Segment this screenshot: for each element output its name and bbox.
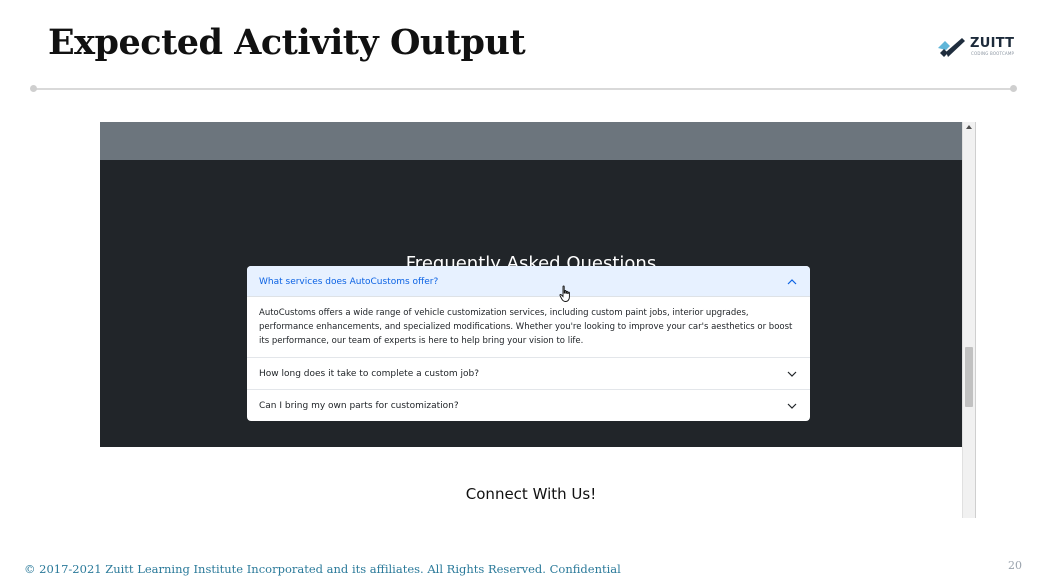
navbar-band [100,122,962,160]
accordion-item: What services does AutoCustoms offer? Au… [247,266,810,358]
zuitt-logo: ZUITT CODING BOOTCAMP [936,34,1016,60]
title-divider [34,88,1014,90]
slide-title: Expected Activity Output [48,22,526,63]
accordion-item: How long does it take to complete a cust… [247,358,810,390]
copyright-footer: © 2017-2021 Zuitt Learning Institute Inc… [24,562,621,576]
accordion-header-own-parts[interactable]: Can I bring my own parts for customizati… [247,390,810,421]
chevron-down-icon [787,371,797,377]
chevron-up-icon [787,278,797,284]
connect-section: Connect With Us! [100,447,962,518]
zuitt-logo-icon [938,38,965,57]
logo-subtext: CODING BOOTCAMP [971,51,1015,56]
accordion-question: What services does AutoCustoms offer? [259,276,439,287]
accordion-item: Can I bring my own parts for customizati… [247,390,810,421]
connect-heading: Connect With Us! [465,485,597,503]
divider-dot-left [30,85,37,92]
logo-text: ZUITT [970,36,1015,51]
chevron-down-icon [787,403,797,409]
hand-pointer-icon [559,285,570,302]
browser-screenshot: Frequently Asked Questions What services… [100,122,976,518]
page-number: 20 [1008,559,1022,572]
accordion-header-duration[interactable]: How long does it take to complete a cust… [247,358,810,389]
scroll-up-arrow-icon[interactable] [966,125,972,129]
accordion-question: How long does it take to complete a cust… [259,368,479,379]
scroll-thumb[interactable] [965,347,973,407]
accordion-question: Can I bring my own parts for customizati… [259,400,459,411]
accordion-header-services[interactable]: What services does AutoCustoms offer? [247,266,810,297]
divider-dot-right [1010,85,1017,92]
accordion-body: AutoCustoms offers a wide range of vehic… [259,308,793,346]
faq-accordion: What services does AutoCustoms offer? Au… [247,266,810,421]
page-scrollbar[interactable] [962,122,975,518]
